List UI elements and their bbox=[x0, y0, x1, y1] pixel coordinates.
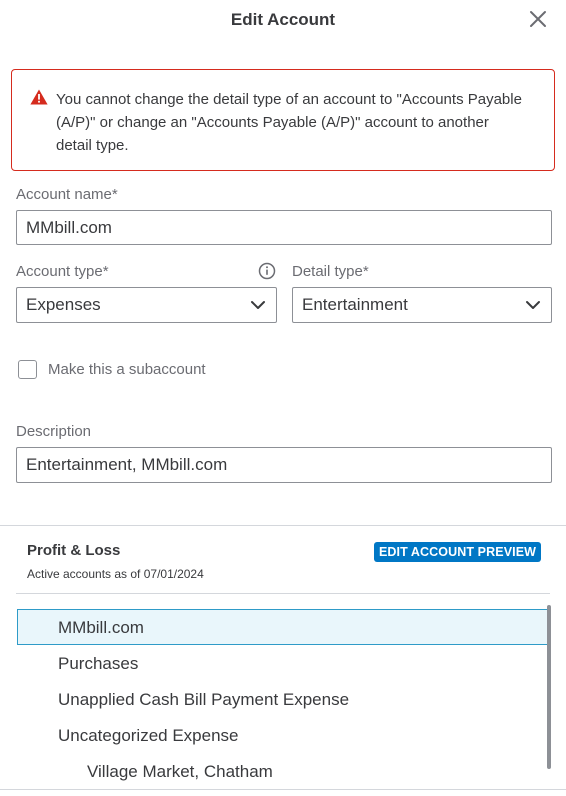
dialog-title: Edit Account bbox=[230, 10, 336, 29]
account-name-label: Account name* bbox=[16, 186, 118, 203]
chevron-down-icon bbox=[251, 301, 265, 309]
account-type-label: Account type* bbox=[16, 263, 109, 280]
scrollbar[interactable] bbox=[547, 605, 551, 769]
detail-type-value: Entertainment bbox=[302, 295, 408, 314]
close-icon[interactable] bbox=[528, 9, 548, 29]
list-item[interactable]: Village Market, Chatham bbox=[87, 762, 273, 782]
account-type-select[interactable]: Expenses bbox=[16, 287, 277, 323]
preview-subtitle: Active accounts as of 07/01/2024 bbox=[27, 567, 204, 581]
preview-title: Profit & Loss bbox=[27, 542, 121, 559]
account-name-value: MMbill.com bbox=[26, 217, 112, 237]
subaccount-checkbox[interactable] bbox=[18, 360, 37, 379]
section-divider bbox=[0, 525, 566, 526]
account-name-input[interactable]: MMbill.com bbox=[16, 210, 552, 245]
subaccount-label[interactable]: Make this a subaccount bbox=[48, 361, 206, 378]
description-label: Description bbox=[16, 423, 92, 440]
list-item[interactable]: Uncategorized Expense bbox=[58, 726, 239, 746]
list-item[interactable]: MMbill.com bbox=[58, 618, 144, 638]
preview-divider bbox=[16, 593, 550, 594]
bottom-divider bbox=[0, 789, 566, 790]
info-icon[interactable] bbox=[258, 262, 276, 280]
chevron-down-icon bbox=[526, 301, 540, 309]
description-value: Entertainment, MMbill.com bbox=[26, 455, 228, 474]
detail-type-label: Detail type* bbox=[292, 263, 369, 280]
error-alert: You cannot change the detail type of an … bbox=[11, 69, 555, 171]
list-item[interactable]: Unapplied Cash Bill Payment Expense bbox=[58, 690, 349, 710]
description-input[interactable]: Entertainment, MMbill.com bbox=[16, 447, 552, 483]
edit-account-preview-button[interactable]: EDIT ACCOUNT PREVIEW bbox=[374, 542, 541, 562]
list-item[interactable]: Purchases bbox=[58, 654, 138, 674]
alert-message: You cannot change the detail type of an … bbox=[56, 91, 522, 154]
detail-type-select[interactable]: Entertainment bbox=[292, 287, 552, 323]
dialog-header: Edit Account bbox=[0, 0, 566, 42]
warning-icon bbox=[30, 89, 48, 105]
account-type-value: Expenses bbox=[26, 295, 101, 314]
